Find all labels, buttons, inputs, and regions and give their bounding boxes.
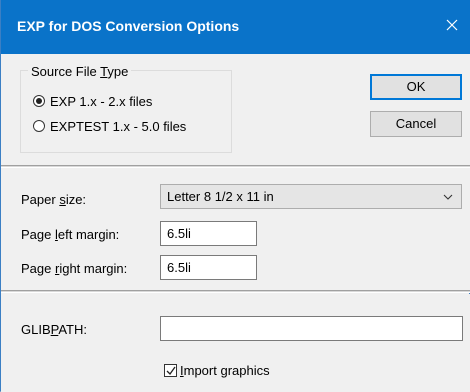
radio-selected-indicator: [33, 95, 45, 107]
right-margin-field[interactable]: 6.5li: [160, 255, 257, 280]
left-margin-field[interactable]: 6.5li: [160, 221, 257, 246]
paper-size-value: Letter 8 1/2 x 11 in: [167, 189, 274, 204]
radio-exp[interactable]: EXP 1.x - 2.x files: [33, 92, 152, 110]
cancel-button[interactable]: Cancel: [370, 111, 462, 137]
window-title: EXP for DOS Conversion Options: [17, 18, 240, 34]
close-icon: [446, 19, 458, 31]
glibpath-field[interactable]: [160, 316, 463, 341]
glib-section: GLIBPATH: Import graphics: [1, 294, 470, 392]
paper-size-select[interactable]: Letter 8 1/2 x 11 in: [160, 184, 462, 209]
radio-exptest-label: EXPTEST 1.x - 5.0 files: [50, 118, 187, 134]
legend-text-end: ype: [107, 64, 129, 79]
divider: [1, 290, 470, 293]
chevron-down-icon: [443, 194, 453, 200]
checkmark-icon: [166, 366, 176, 376]
left-margin-label: Page left margin:: [21, 227, 120, 242]
checkbox-box: [164, 364, 177, 377]
import-graphics-checkbox[interactable]: Import graphics: [164, 363, 270, 378]
paper-size-label: Paper size:: [21, 192, 87, 207]
import-graphics-label: Import graphics: [180, 363, 270, 378]
radio-exp-label: EXP 1.x - 2.x files: [50, 93, 153, 109]
close-button[interactable]: [441, 14, 463, 36]
conversion-options-dialog: EXP for DOS Conversion Options Source Fi…: [0, 0, 470, 392]
right-margin-label: Page right margin:: [21, 261, 128, 276]
source-file-type-legend: Source File Type: [28, 64, 132, 79]
radio-indicator: [33, 120, 45, 132]
title-bar: EXP for DOS Conversion Options: [1, 0, 470, 54]
ok-button[interactable]: OK: [370, 74, 462, 100]
glibpath-label: GLIBPATH:: [21, 322, 87, 337]
legend-text-start: Source File: [31, 64, 101, 79]
radio-exptest[interactable]: EXPTEST 1.x - 5.0 files: [33, 117, 186, 135]
paper-section: Paper size: Letter 8 1/2 x 11 in Page le…: [1, 168, 470, 290]
source-section: Source File Type EXP 1.x - 2.x files EXP…: [1, 54, 470, 165]
source-file-type-group: [20, 70, 232, 153]
